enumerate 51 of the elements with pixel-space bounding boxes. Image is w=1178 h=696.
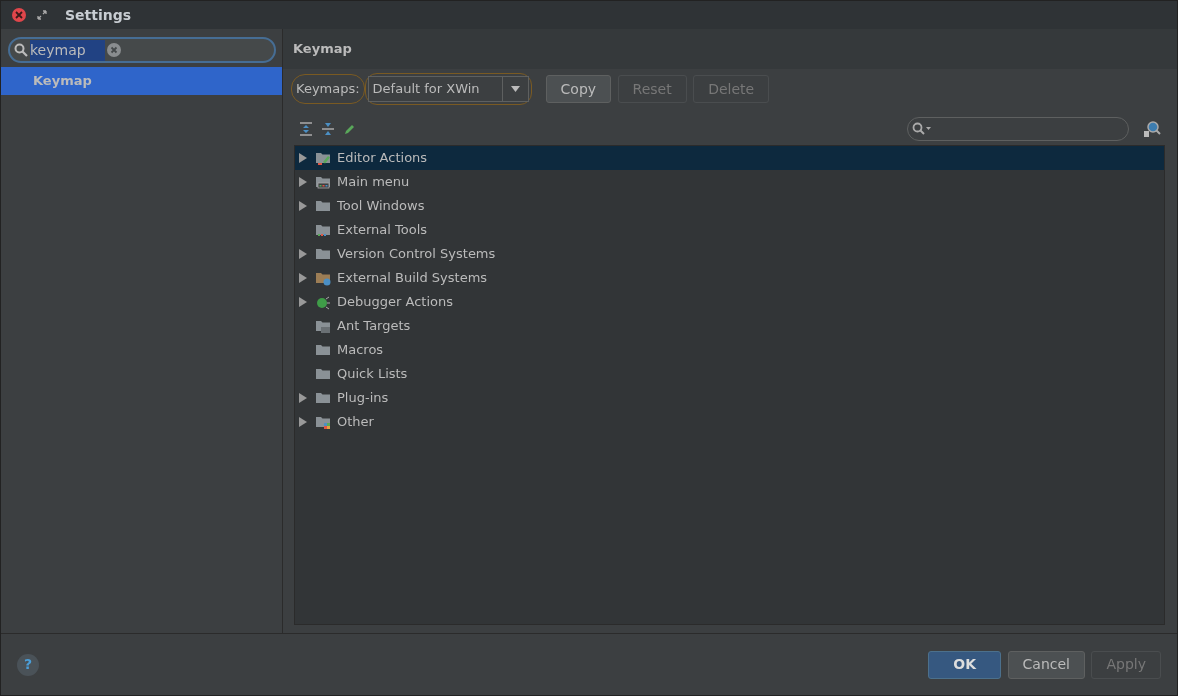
find-shortcut-icon[interactable] — [1143, 120, 1161, 138]
expand-all-icon[interactable] — [299, 122, 313, 136]
tree-row[interactable]: Ant Targets — [295, 314, 1164, 338]
filter-search-field[interactable] — [906, 117, 1129, 141]
search-icon — [14, 43, 28, 57]
search-field[interactable]: keymap — [8, 37, 276, 63]
maximize-icon[interactable] — [37, 10, 47, 20]
collapse-all-icon[interactable] — [321, 122, 335, 136]
keymap-dropdown[interactable]: Default for XWin — [364, 73, 532, 105]
search-icon — [911, 122, 932, 136]
tree-row[interactable]: Quick Lists — [295, 362, 1164, 386]
tree-row[interactable]: Version Control Systems — [295, 242, 1164, 266]
expand-arrow-icon[interactable] — [299, 273, 307, 283]
expand-arrow-icon[interactable] — [299, 201, 307, 211]
dialog-button[interactable]: OK — [928, 650, 1002, 679]
expand-arrow-icon[interactable] — [299, 297, 307, 307]
folder-grid-icon — [315, 414, 331, 430]
folder-icon — [315, 390, 331, 406]
tree-row[interactable]: Macros — [295, 338, 1164, 362]
folder-icon — [315, 342, 331, 358]
expand-arrow-icon[interactable] — [299, 417, 307, 427]
expand-arrow-icon[interactable] — [299, 177, 307, 187]
tree-row[interactable]: Debugger Actions — [295, 290, 1164, 314]
tree-row[interactable]: Editor Actions — [295, 146, 1164, 170]
folder-icon — [315, 366, 331, 382]
tree-row[interactable]: External Tools — [295, 218, 1164, 242]
keymap-action-button[interactable]: Copy — [545, 75, 612, 103]
folder-icon — [315, 198, 331, 214]
close-icon[interactable] — [11, 7, 27, 23]
pencil-icon[interactable] — [343, 122, 356, 136]
folder-pencil-icon — [315, 150, 331, 166]
tree-row[interactable]: Main menu — [295, 170, 1164, 194]
tree-row[interactable]: External Build Systems — [295, 266, 1164, 290]
tree-row[interactable]: Tool Windows — [295, 194, 1164, 218]
tree-row[interactable]: Other — [295, 410, 1164, 434]
page-title: Keymap — [283, 29, 1177, 69]
caret-icon — [510, 86, 520, 92]
tree-row[interactable]: Plug-ins — [295, 386, 1164, 410]
expand-arrow-icon[interactable] — [299, 153, 307, 163]
clear-icon[interactable] — [107, 43, 121, 57]
folder-tools-icon — [315, 222, 331, 238]
bug-icon — [315, 294, 331, 310]
dialog-button[interactable]: Cancel — [1007, 650, 1085, 679]
search-input[interactable]: keymap — [30, 39, 105, 61]
keymaps-label: Keymaps: — [291, 74, 365, 104]
folder-icon — [315, 318, 331, 334]
window-title: Settings — [65, 5, 132, 25]
folder-icon — [315, 246, 331, 262]
expand-arrow-icon[interactable] — [299, 393, 307, 403]
expand-arrow-icon[interactable] — [299, 249, 307, 259]
folder-menu-icon — [315, 174, 331, 190]
